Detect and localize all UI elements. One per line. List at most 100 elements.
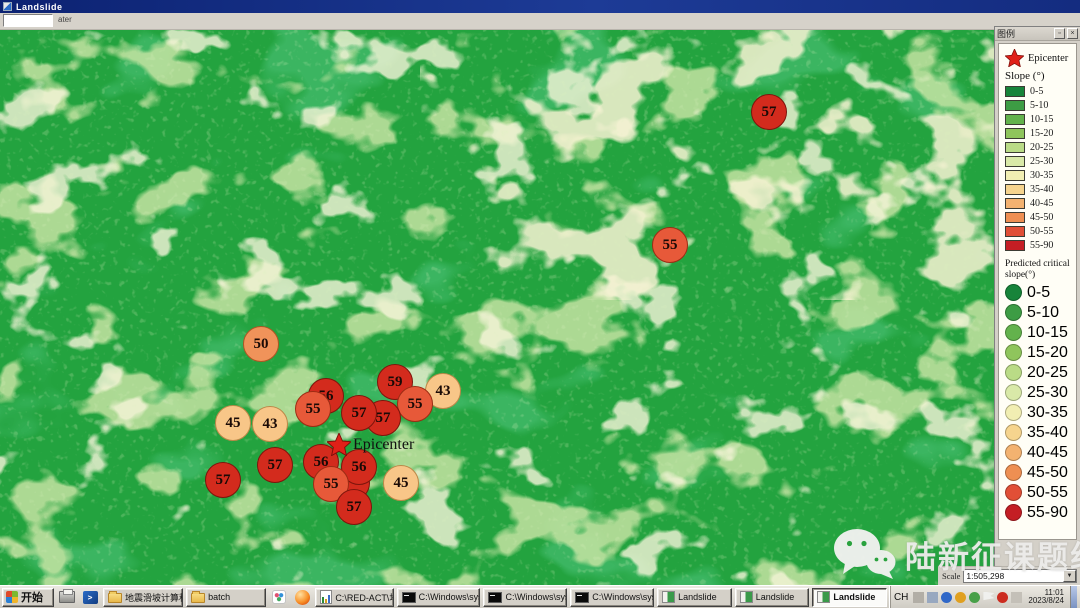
taskbar-items: 地震滑坡计算程...batchC:\RED-ACT\地...C:\Windows… xyxy=(57,588,887,607)
chart-icon xyxy=(320,590,332,604)
legend-item-label: 35-40 xyxy=(1027,424,1068,442)
legend-item: 15-20 xyxy=(1005,344,1074,361)
legend-item-label: 45-50 xyxy=(1030,212,1053,223)
slope-swatch xyxy=(1005,142,1025,153)
legend-item: 15-20 xyxy=(1005,127,1074,139)
predicted-swatch xyxy=(1005,384,1022,401)
legend-close-button[interactable]: × xyxy=(1067,28,1078,39)
folder-icon xyxy=(191,593,205,603)
map-canvas[interactable]: 57555059435655555757454357575656554557 E… xyxy=(0,30,1080,585)
legend-item-label: 50-55 xyxy=(1027,484,1068,502)
legend-item: 25-30 xyxy=(1005,384,1074,401)
slope-swatch xyxy=(1005,240,1025,251)
taskbar-button[interactable]: C:\Windows\sys... xyxy=(397,588,481,607)
epicenter-star-icon xyxy=(327,433,351,456)
taskbar-button[interactable]: Landslide xyxy=(657,588,732,607)
taskbar-button[interactable]: Landslide xyxy=(735,588,810,607)
app-dots-icon xyxy=(272,590,286,604)
taskbar-button[interactable]: C:\Windows\sys... xyxy=(483,588,567,607)
slope-marker[interactable]: 45 xyxy=(383,465,419,501)
toolbar-combobox[interactable] xyxy=(3,14,53,27)
taskbar-button-label: C:\Windows\sys... xyxy=(505,592,567,602)
printer-icon xyxy=(59,591,75,603)
input-method-icon[interactable] xyxy=(913,592,924,603)
flag-icon[interactable] xyxy=(983,592,994,603)
language-indicator[interactable]: CH xyxy=(892,592,910,603)
toolbar-caption: ater xyxy=(58,15,72,24)
legend-float-button[interactable]: ▫ xyxy=(1054,28,1065,39)
blocked-icon[interactable] xyxy=(997,592,1008,603)
application-window: Landslide ater xyxy=(0,0,1080,608)
quicklaunch-app-dots[interactable] xyxy=(269,588,289,607)
predicted-swatch xyxy=(1005,464,1022,481)
legend-item-label: 25-30 xyxy=(1030,156,1053,167)
clock[interactable]: 11:01 2023/8/24 xyxy=(1025,589,1067,606)
quicklaunch-firefox[interactable] xyxy=(292,588,312,607)
start-button[interactable]: 开始 xyxy=(2,588,54,607)
quicklaunch-printer[interactable] xyxy=(57,588,77,607)
slope-marker[interactable]: 55 xyxy=(397,386,433,422)
slope-marker[interactable]: 57 xyxy=(341,395,377,431)
legend-item-label: 55-90 xyxy=(1030,240,1053,251)
legend-item-label: 50-55 xyxy=(1030,226,1053,237)
taskbar-button-label: 地震滑坡计算程... xyxy=(125,591,183,604)
legend-item-label: 45-50 xyxy=(1027,464,1068,482)
legend-item: 20-25 xyxy=(1005,364,1074,381)
legend-item: 30-35 xyxy=(1005,169,1074,181)
slope-swatch xyxy=(1005,184,1025,195)
slope-marker[interactable]: 43 xyxy=(252,406,288,442)
legend-item-label: 0-5 xyxy=(1030,86,1043,97)
show-desktop-button[interactable] xyxy=(1070,586,1077,608)
taskbar-button[interactable]: 地震滑坡计算程... xyxy=(103,588,183,607)
legend-item-label: 25-30 xyxy=(1027,384,1068,402)
window-titlebar[interactable]: Landslide xyxy=(0,0,1080,13)
quicklaunch-powershell[interactable] xyxy=(80,588,100,607)
storage-icon[interactable] xyxy=(1011,592,1022,603)
start-label: 开始 xyxy=(21,589,43,605)
cmd-icon xyxy=(402,592,416,603)
windows-logo-icon xyxy=(6,591,18,603)
network-icon[interactable] xyxy=(941,592,952,603)
taskbar: 开始 地震滑坡计算程...batchC:\RED-ACT\地...C:\Wind… xyxy=(0,585,1080,608)
epicenter-annotation: Epicenter xyxy=(327,433,414,456)
landslide-icon xyxy=(662,591,675,603)
legend-item-label: 5-10 xyxy=(1030,100,1048,111)
updater-icon[interactable] xyxy=(955,592,966,603)
predicted-legend-list: 0-55-1010-1515-2020-2525-3030-3535-4040-… xyxy=(1005,284,1074,521)
slope-marker[interactable]: 57 xyxy=(751,94,787,130)
slope-marker[interactable]: 57 xyxy=(336,489,372,525)
predicted-swatch xyxy=(1005,504,1022,521)
legend-item: 45-50 xyxy=(1005,464,1074,481)
predicted-swatch xyxy=(1005,364,1022,381)
slope-swatch xyxy=(1005,170,1025,181)
legend-item: 55-90 xyxy=(1005,239,1074,251)
legend-item-label: 10-15 xyxy=(1030,114,1053,125)
taskbar-button-label: Landslide xyxy=(756,592,795,602)
taskbar-button[interactable]: C:\Windows\sys... xyxy=(570,588,654,607)
legend-item-label: 35-40 xyxy=(1030,184,1053,195)
display-icon[interactable] xyxy=(927,592,938,603)
slope-marker[interactable]: 55 xyxy=(652,227,688,263)
predicted-swatch xyxy=(1005,324,1022,341)
taskbar-button[interactable]: batch xyxy=(186,588,266,607)
legend-item-label: 30-35 xyxy=(1030,170,1053,181)
legend-item: 20-25 xyxy=(1005,141,1074,153)
slope-marker[interactable]: 50 xyxy=(243,326,279,362)
predicted-swatch xyxy=(1005,344,1022,361)
firefox-icon xyxy=(295,590,310,605)
slope-marker[interactable]: 45 xyxy=(215,405,251,441)
epicenter-star-icon xyxy=(1005,49,1024,67)
window-title: Landslide xyxy=(16,2,63,12)
taskbar-button[interactable]: Landslide xyxy=(812,588,887,607)
wechat-icon xyxy=(833,528,897,580)
legend-item-label: 20-25 xyxy=(1027,364,1068,382)
legend-titlebar[interactable]: 图例 ▫ × xyxy=(995,27,1080,41)
taskbar-button[interactable]: C:\RED-ACT\地... xyxy=(315,588,393,607)
slope-marker[interactable]: 57 xyxy=(205,462,241,498)
cmd-icon xyxy=(575,592,589,603)
powershell-icon xyxy=(83,591,98,604)
antivirus-icon[interactable] xyxy=(969,592,980,603)
slope-marker[interactable]: 57 xyxy=(257,447,293,483)
terrain-raster xyxy=(0,30,1080,585)
slope-marker[interactable]: 55 xyxy=(295,391,331,427)
